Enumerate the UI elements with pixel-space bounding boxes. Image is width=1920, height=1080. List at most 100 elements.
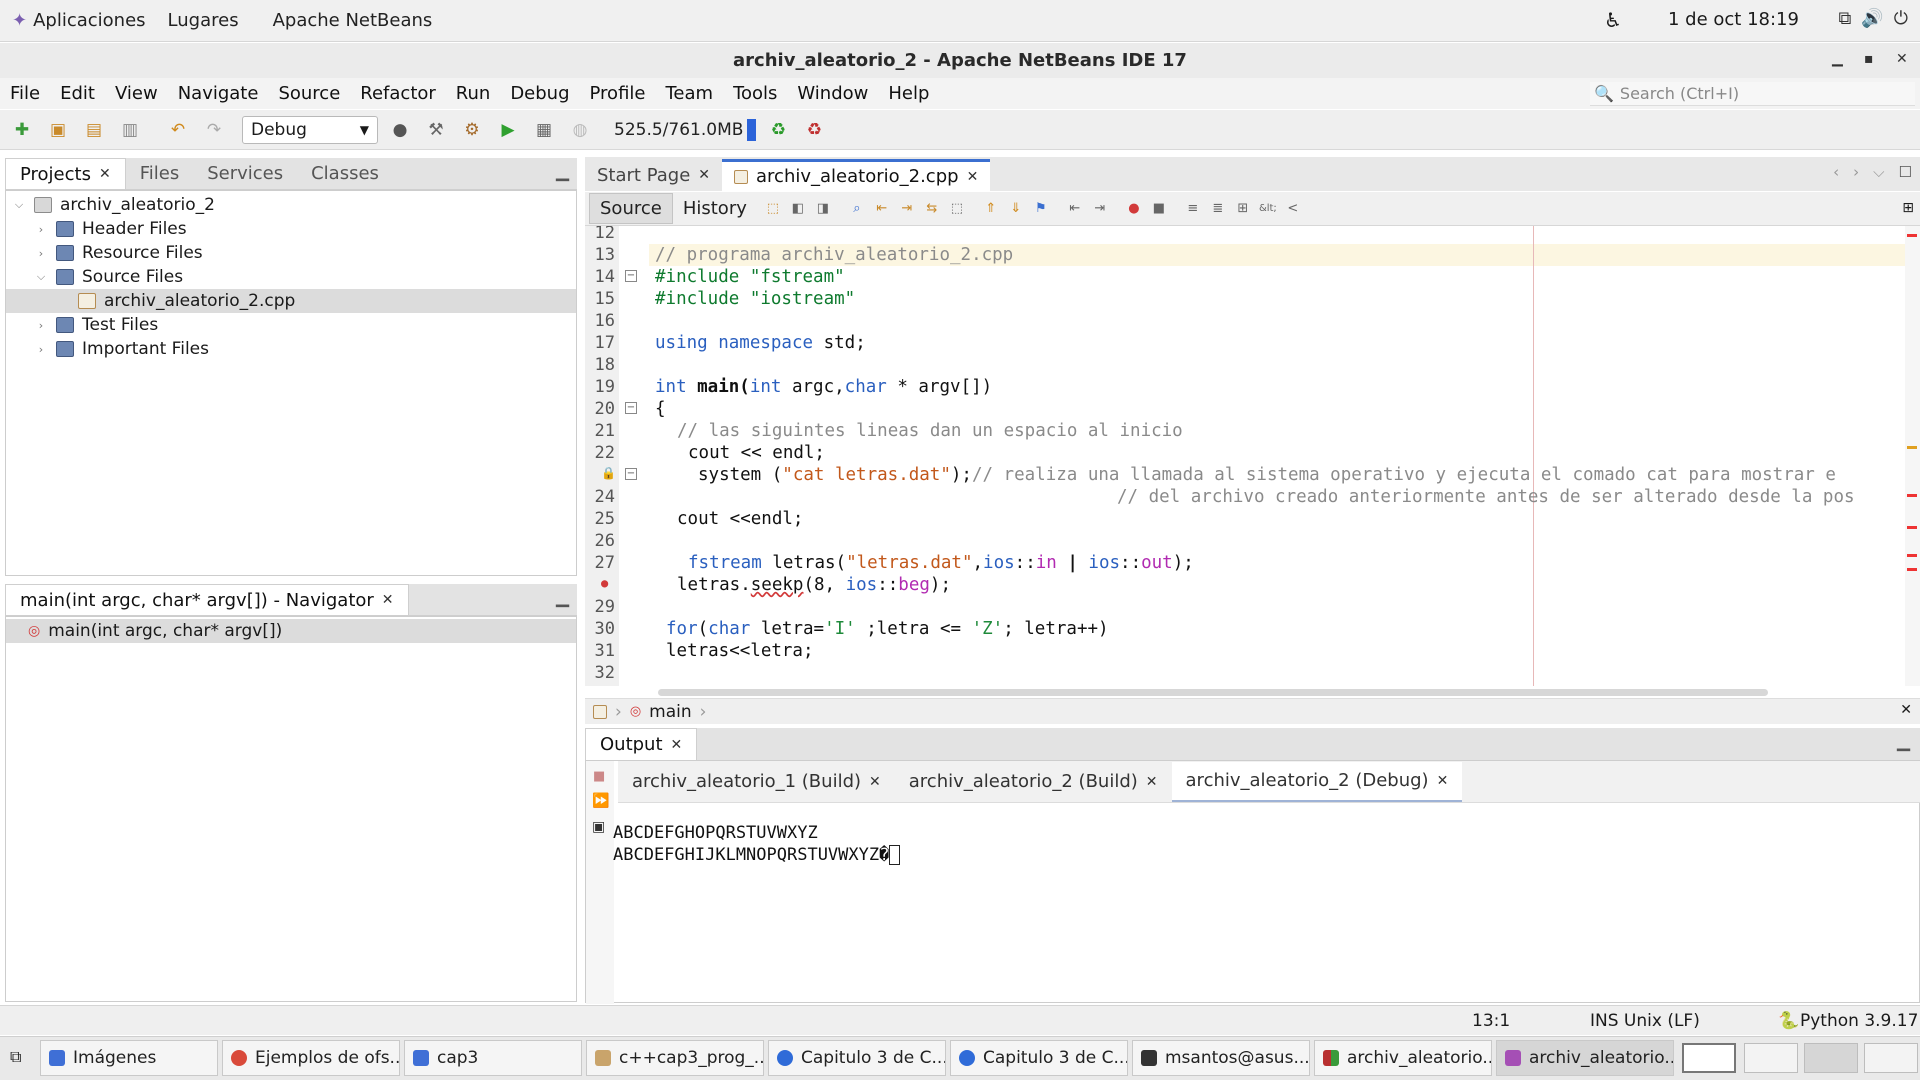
- comment-icon[interactable]: ≡: [1184, 200, 1202, 218]
- find-icon[interactable]: ⌕: [848, 200, 866, 218]
- profile-icon[interactable]: ◍: [566, 116, 594, 144]
- minimize-panel-icon[interactable]: ▁: [1897, 732, 1910, 752]
- tab-files[interactable]: Files: [126, 158, 194, 189]
- gc-icon[interactable]: ♻: [764, 116, 792, 144]
- workspace-3[interactable]: [1804, 1043, 1858, 1073]
- shift-left-icon[interactable]: ⇤: [1066, 200, 1084, 218]
- format-icon[interactable]: ⊞: [1234, 200, 1252, 218]
- new-project-icon[interactable]: ▣: [44, 116, 72, 144]
- quick-search[interactable]: 🔍 Search (Ctrl+I): [1590, 82, 1915, 106]
- accessibility-icon[interactable]: ♿: [1604, 8, 1622, 32]
- fold-toggle-icon[interactable]: −: [625, 402, 637, 414]
- tree-item-resource-files[interactable]: › Resource Files: [34, 241, 203, 265]
- chevron-right-icon[interactable]: ›: [34, 319, 48, 332]
- split-editor-icon[interactable]: ⊞: [1902, 200, 1914, 216]
- tree-item-header-files[interactable]: › Header Files: [34, 217, 187, 241]
- last-edit-icon[interactable]: ⬚: [764, 200, 782, 218]
- uncomment-icon[interactable]: ≣: [1209, 200, 1227, 218]
- task-cap3[interactable]: cap3: [404, 1040, 582, 1076]
- task-archiv-1[interactable]: archiv_aleatorio...: [1314, 1040, 1492, 1076]
- breadcrumb-item[interactable]: main: [649, 702, 691, 722]
- minimize-panel-icon[interactable]: ▁: [556, 588, 569, 608]
- minimize-icon[interactable]: ▁: [1832, 51, 1843, 67]
- menu-debug[interactable]: Debug: [500, 83, 579, 104]
- close-icon[interactable]: ✕: [869, 774, 881, 790]
- fold-toggle-icon[interactable]: −: [625, 468, 637, 480]
- debug-icon[interactable]: ▦: [530, 116, 558, 144]
- terminal-icon[interactable]: ▣: [592, 819, 605, 835]
- new-file-icon[interactable]: ✚: [8, 116, 36, 144]
- task-imagenes[interactable]: Imágenes: [40, 1040, 218, 1076]
- active-app-menu[interactable]: Apache NetBeans: [273, 10, 433, 31]
- tree-item-test-files[interactable]: › Test Files: [34, 313, 158, 337]
- tab-classes[interactable]: Classes: [297, 158, 393, 189]
- menu-team[interactable]: Team: [655, 83, 723, 104]
- highlight-icon[interactable]: ⬚: [948, 200, 966, 218]
- encoding-icon[interactable]: &lt;: [1259, 200, 1277, 218]
- tab-start-page[interactable]: Start Page ✕: [585, 159, 722, 191]
- chevron-down-icon[interactable]: ⌵: [12, 198, 26, 212]
- task-terminal[interactable]: msantos@asus...: [1132, 1040, 1310, 1076]
- applications-menu[interactable]: ✦ Aplicaciones: [12, 10, 146, 31]
- menu-view[interactable]: View: [105, 83, 168, 104]
- tab-output-build-1[interactable]: archiv_aleatorio_1 (Build) ✕: [618, 762, 895, 802]
- workspace-4[interactable]: [1864, 1043, 1918, 1073]
- tree-item-source-files[interactable]: ⌵ Source Files: [34, 265, 183, 289]
- horizontal-scrollbar[interactable]: [658, 689, 1768, 696]
- close-icon[interactable]: ✕: [698, 167, 710, 183]
- tab-output-build-2[interactable]: archiv_aleatorio_2 (Build) ✕: [895, 762, 1172, 802]
- workspace-2[interactable]: [1744, 1043, 1798, 1073]
- caret-position[interactable]: 13:1: [1472, 1011, 1510, 1031]
- memory-indicator[interactable]: 525.5/761.0MB: [614, 118, 757, 141]
- tab-services[interactable]: Services: [193, 158, 297, 189]
- stop-icon[interactable]: ■: [593, 769, 605, 784]
- close-icon[interactable]: ✕: [382, 592, 394, 608]
- tree-item-important-files[interactable]: › Important Files: [34, 337, 209, 361]
- minimize-panel-icon[interactable]: ▁: [556, 162, 569, 182]
- build-icon[interactable]: ⚒: [422, 116, 450, 144]
- volume-icon[interactable]: 🔊: [1861, 8, 1883, 29]
- platform-label[interactable]: Python 3.9.17: [1800, 1011, 1918, 1031]
- back-icon[interactable]: ◧: [789, 200, 807, 218]
- error-stripe[interactable]: [1905, 226, 1920, 686]
- clock[interactable]: 1 de oct 18:19: [1668, 9, 1799, 30]
- run-icon[interactable]: ▶: [494, 116, 522, 144]
- chevron-right-icon[interactable]: ›: [34, 343, 48, 356]
- task-document[interactable]: c++cap3_prog_...: [586, 1040, 764, 1076]
- warning-marker[interactable]: [1907, 446, 1917, 449]
- shift-right-icon[interactable]: ⇥: [1091, 200, 1109, 218]
- chevron-down-icon[interactable]: ⌵: [1873, 163, 1884, 181]
- task-capitulo-1[interactable]: Capitulo 3 de C...: [768, 1040, 946, 1076]
- configuration-select[interactable]: Debug ▼: [242, 115, 378, 144]
- task-capitulo-2[interactable]: Capitulo 3 de C...: [950, 1040, 1128, 1076]
- power-icon[interactable]: ⏻: [1894, 8, 1908, 29]
- task-archiv-2[interactable]: archiv_aleatorio...: [1496, 1040, 1674, 1076]
- undo-icon[interactable]: ↶: [164, 116, 192, 144]
- tree-item-cpp-file[interactable]: archiv_aleatorio_2.cpp: [6, 289, 576, 313]
- code-editor[interactable]: 12 13 14 15 16 17 18 19 20 21 22 23 24 2…: [585, 226, 1920, 686]
- chevron-left-icon[interactable]: ‹: [1833, 163, 1839, 181]
- tab-history[interactable]: History: [673, 194, 757, 223]
- menu-source[interactable]: Source: [268, 83, 350, 104]
- workspace-1[interactable]: [1682, 1043, 1736, 1073]
- toggle-bookmark-icon[interactable]: ⚑: [1032, 200, 1050, 218]
- clean-build-icon[interactable]: ⚙: [458, 116, 486, 144]
- close-icon[interactable]: ✕: [671, 737, 683, 753]
- task-browser[interactable]: Ejemplos de ofs...: [222, 1040, 400, 1076]
- close-window-icon[interactable]: ✕: [1896, 51, 1908, 67]
- chevron-down-icon[interactable]: ⌵: [34, 270, 48, 284]
- close-icon[interactable]: ✕: [1900, 702, 1912, 718]
- open-project-icon[interactable]: ▤: [80, 116, 108, 144]
- search-input[interactable]: Search (Ctrl+I): [1620, 84, 1739, 103]
- next-bookmark-icon[interactable]: ⇓: [1007, 200, 1025, 218]
- menu-window[interactable]: Window: [787, 83, 878, 104]
- menu-help[interactable]: Help: [878, 83, 939, 104]
- menu-tools[interactable]: Tools: [723, 83, 787, 104]
- find-selection-icon[interactable]: ⇆: [923, 200, 941, 218]
- redo-icon[interactable]: ↷: [200, 116, 228, 144]
- show-desktop-icon[interactable]: ⧉: [10, 1047, 21, 1067]
- error-marker[interactable]: [1907, 526, 1917, 529]
- close-icon[interactable]: ✕: [1146, 774, 1158, 790]
- menu-profile[interactable]: Profile: [580, 83, 656, 104]
- menu-edit[interactable]: Edit: [50, 83, 105, 104]
